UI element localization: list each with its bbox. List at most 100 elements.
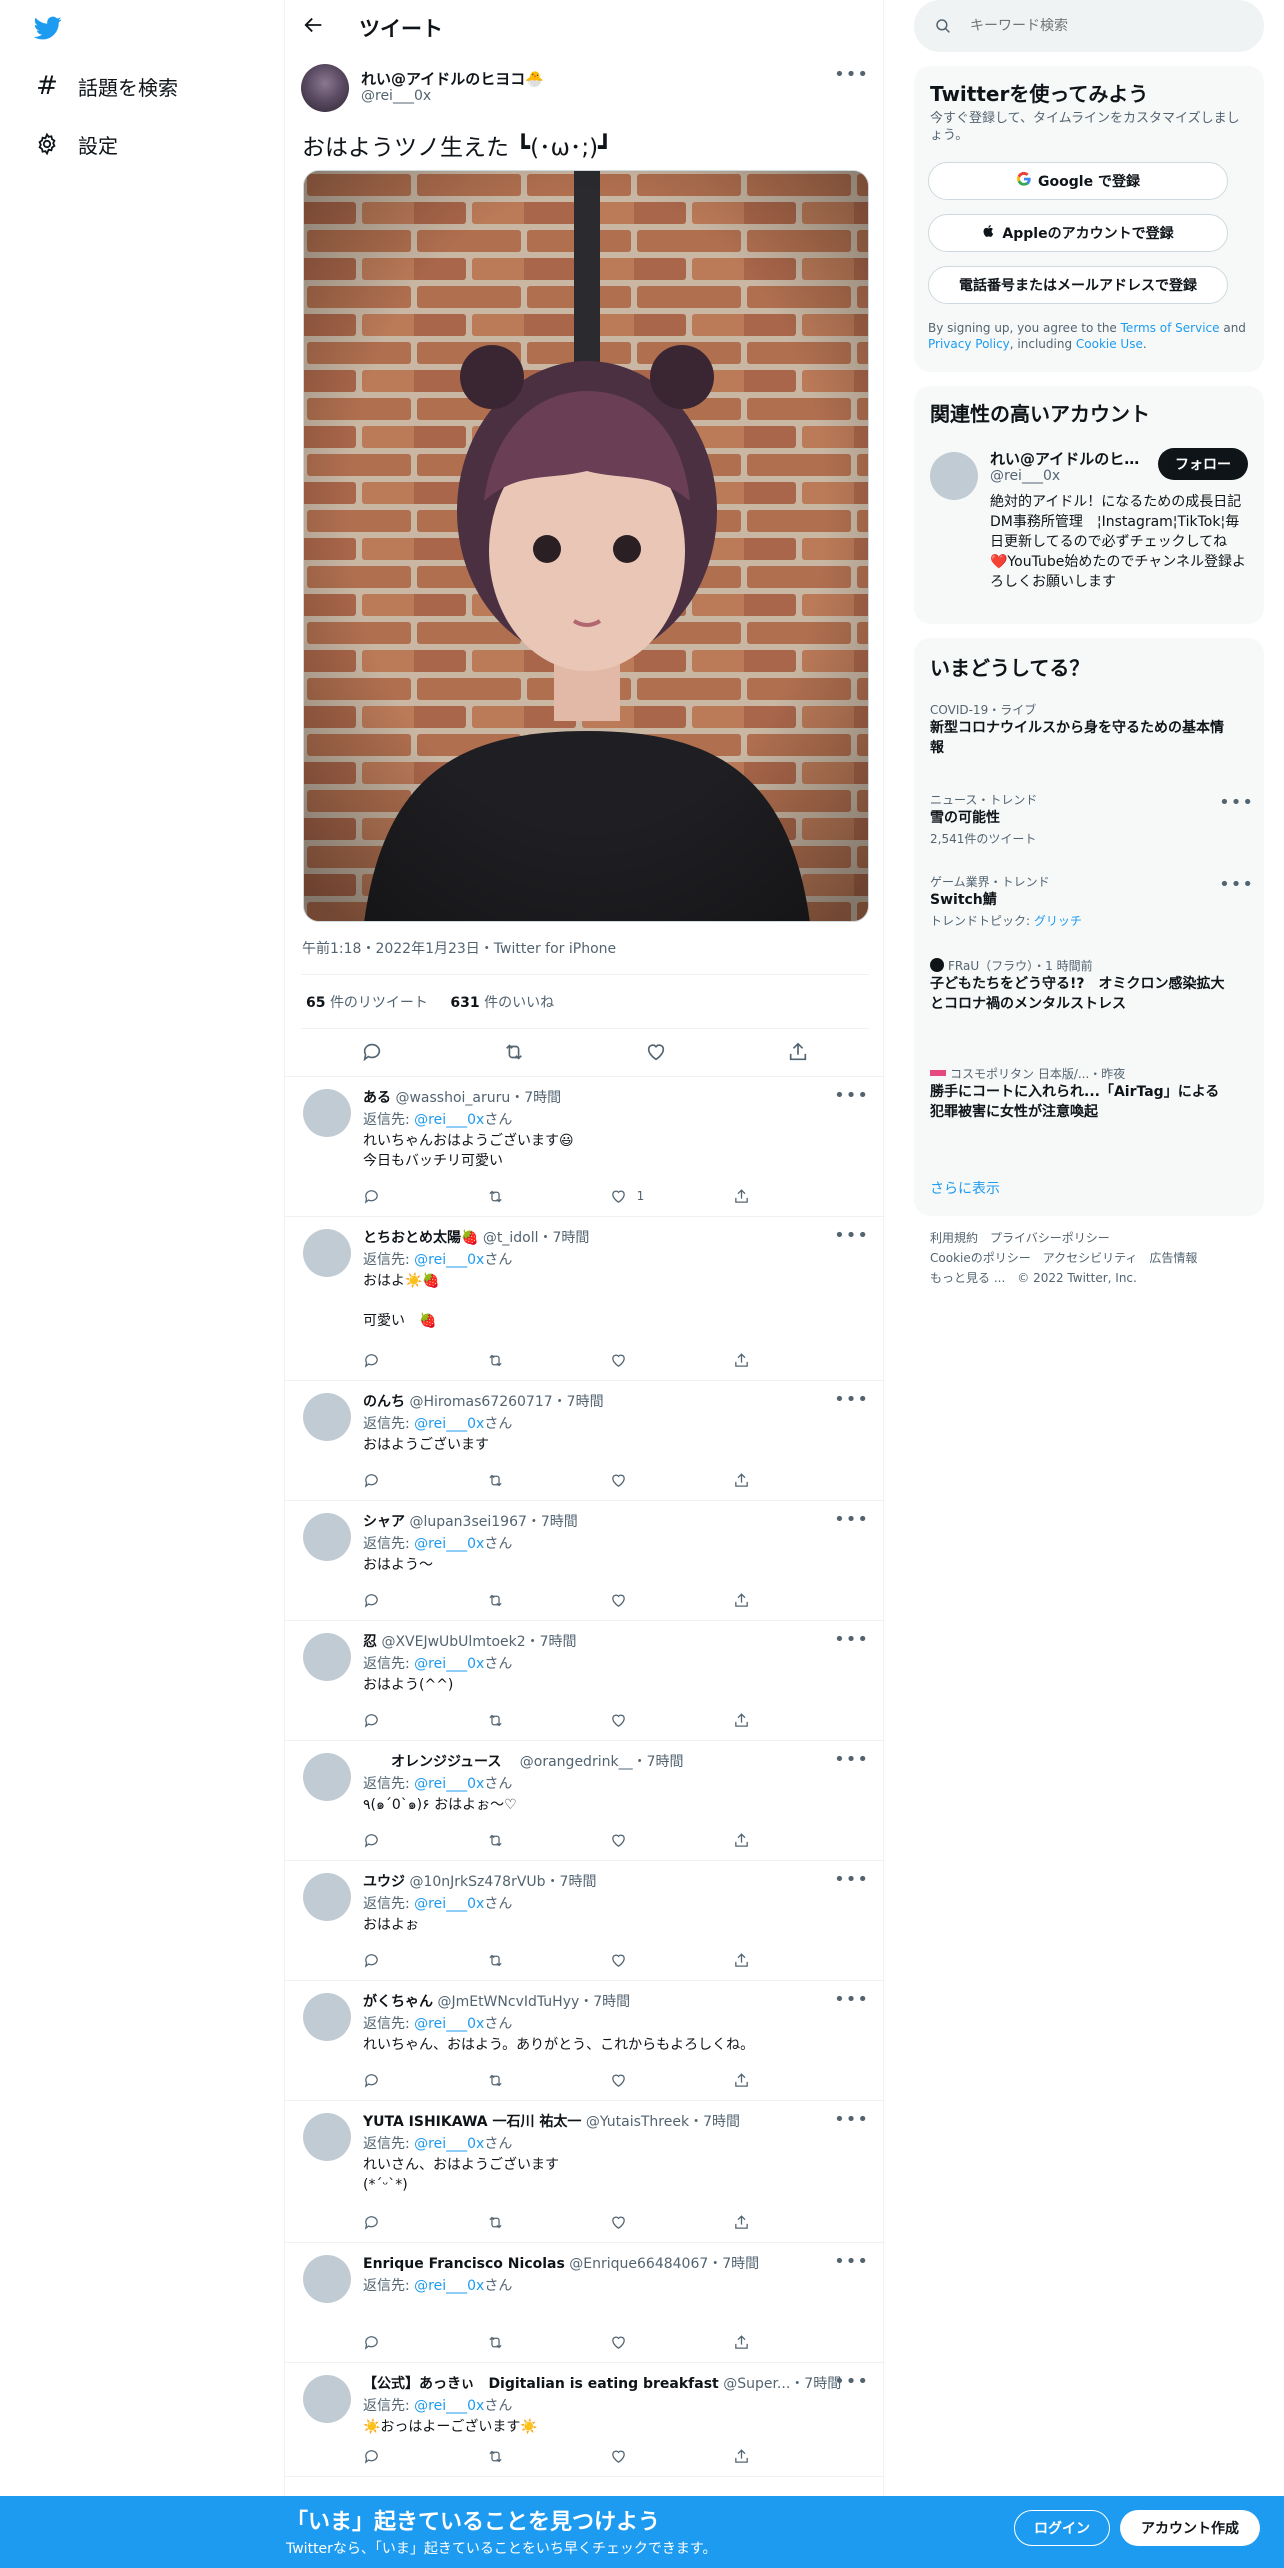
share-icon[interactable] bbox=[733, 1709, 793, 1731]
reply-author-handle[interactable]: @YutaisThreek bbox=[586, 2114, 689, 2130]
reply-time[interactable]: ・7時間 bbox=[579, 1994, 630, 2010]
avatar[interactable] bbox=[303, 1513, 351, 1561]
more-options-icon[interactable]: ••• bbox=[834, 1225, 869, 1246]
trend-item[interactable]: コスモポリタン 日本版/...・昨夜 勝手にコートに入れられ...「AirTag… bbox=[930, 1066, 1230, 1122]
like-icon[interactable] bbox=[643, 1039, 669, 1065]
share-icon[interactable] bbox=[733, 1469, 793, 1491]
reply-icon[interactable] bbox=[363, 1349, 423, 1371]
more-options-icon[interactable]: ••• bbox=[834, 1749, 869, 1770]
reply-icon[interactable] bbox=[359, 1039, 385, 1065]
more-options-icon[interactable]: ••• bbox=[1219, 874, 1254, 895]
related-name[interactable]: れい@アイドルのヒヨコ🐣 bbox=[990, 448, 1140, 469]
trend-item[interactable]: COVID-19・ライブ 新型コロナウイルスから身を守るための基本情報 bbox=[930, 702, 1230, 758]
reply-icon[interactable] bbox=[363, 2331, 423, 2353]
terms-link[interactable]: Terms of Service bbox=[1121, 321, 1220, 335]
reply-icon[interactable] bbox=[363, 2211, 423, 2233]
retweet-icon[interactable] bbox=[486, 1589, 546, 1611]
avatar[interactable] bbox=[303, 1633, 351, 1681]
reply-author-handle[interactable]: @XVEJwUbUlmtoek2 bbox=[381, 1634, 525, 1650]
follow-button[interactable]: フォロー bbox=[1158, 448, 1248, 480]
like-icon[interactable] bbox=[610, 1949, 670, 1971]
reply-author-handle[interactable]: @10nJrkSz478rVUb bbox=[409, 1874, 545, 1890]
reply-to-link[interactable]: @rei___0x bbox=[414, 1656, 484, 1672]
author-name[interactable]: れい@アイドルのヒヨコ🐣 bbox=[361, 68, 544, 89]
reply-author-name[interactable]: がくちゃん bbox=[363, 1994, 433, 2010]
reply-author-name[interactable]: ある bbox=[363, 1090, 391, 1106]
show-more-link[interactable]: さらに表示 bbox=[930, 1178, 1000, 1198]
reply-author-name[interactable]: Enrique Francisco Nicolas bbox=[363, 2256, 565, 2272]
like-icon[interactable] bbox=[610, 1469, 670, 1491]
retweet-icon[interactable] bbox=[486, 1709, 546, 1731]
reply-to-link[interactable]: @rei___0x bbox=[414, 1896, 484, 1912]
search-box[interactable] bbox=[914, 0, 1264, 52]
reply-item[interactable]: ある @wasshoi_aruru・7時間 ••• 返信先: @rei___0xさん… bbox=[285, 1077, 885, 1217]
tweet-timestamp[interactable]: 午前1:18・2022年1月23日・Twitter for iPhone bbox=[302, 938, 616, 958]
avatar[interactable] bbox=[303, 2255, 351, 2303]
trend-topic-link[interactable]: グリッチ bbox=[1034, 914, 1082, 928]
like-icon[interactable] bbox=[610, 1829, 670, 1851]
search-input[interactable] bbox=[970, 18, 1220, 34]
reply-item[interactable]: オレンジジュース @orangedrink__・7時間 ••• 返信先: @rei_… bbox=[285, 1741, 885, 1861]
share-icon[interactable] bbox=[733, 1185, 793, 1207]
avatar[interactable] bbox=[303, 1229, 351, 1277]
like-count[interactable]: 631 件のいいね bbox=[450, 995, 554, 1011]
more-options-icon[interactable]: ••• bbox=[834, 1085, 869, 1106]
more-options-icon[interactable]: ••• bbox=[834, 1629, 869, 1650]
reply-item[interactable]: 【公式】あっきぃ Digitalian is eating breakfast … bbox=[285, 2363, 885, 2477]
more-options-icon[interactable]: ••• bbox=[1219, 792, 1254, 813]
reply-item[interactable]: とちおとめ太陽🍓 @t_idoll・7時間 ••• 返信先: @rei___0xさん… bbox=[285, 1217, 885, 1381]
footer-link[interactable]: アクセシビリティ bbox=[1043, 1251, 1138, 1265]
reply-item[interactable]: ユウジ @10nJrkSz478rVUb・7時間 ••• 返信先: @rei___0… bbox=[285, 1861, 885, 1981]
more-options-icon[interactable]: ••• bbox=[834, 1389, 869, 1410]
footer-link[interactable]: もっと見る ... bbox=[930, 1271, 1005, 1285]
reply-item[interactable]: 忍 @XVEJwUbUlmtoek2・7時間 ••• 返信先: @rei___0xさ… bbox=[285, 1621, 885, 1741]
phone-email-signup-button[interactable]: 電話番号またはメールアドレスで登録 bbox=[928, 266, 1228, 304]
reply-item[interactable]: シャア @lupan3sei1967・7時間 ••• 返信先: @rei___0xさ… bbox=[285, 1501, 885, 1621]
reply-icon[interactable] bbox=[363, 1469, 423, 1491]
reply-time[interactable]: ・7時間 bbox=[553, 1394, 604, 1410]
like-icon[interactable] bbox=[610, 2069, 670, 2091]
trend-item[interactable]: FRaU（フラウ）・1 時間前 子どもたちをどう守る!? オミクロン感染拡大とコ… bbox=[930, 958, 1230, 1014]
login-button[interactable]: ログイン bbox=[1014, 2510, 1110, 2546]
retweet-icon[interactable] bbox=[486, 1949, 546, 1971]
avatar[interactable] bbox=[930, 452, 978, 500]
apple-signup-button[interactable]: Appleのアカウントで登録 bbox=[928, 214, 1228, 252]
like-icon[interactable] bbox=[610, 1349, 670, 1371]
retweet-icon[interactable] bbox=[486, 2331, 546, 2353]
reply-icon[interactable] bbox=[363, 2445, 423, 2467]
retweet-count[interactable]: 65 件のリツイート bbox=[306, 995, 428, 1011]
share-icon[interactable] bbox=[733, 2211, 793, 2233]
reply-time[interactable]: ・7時間 bbox=[546, 1874, 597, 1890]
reply-time[interactable]: ・7時間 bbox=[510, 1090, 561, 1106]
reply-to-link[interactable]: @rei___0x bbox=[414, 1252, 484, 1268]
retweet-icon[interactable] bbox=[486, 1829, 546, 1851]
avatar[interactable] bbox=[303, 1393, 351, 1441]
more-options-icon[interactable]: ••• bbox=[834, 1509, 869, 1530]
reply-time[interactable]: ・7時間 bbox=[689, 2114, 740, 2130]
share-icon[interactable] bbox=[733, 1349, 793, 1371]
share-icon[interactable] bbox=[733, 1949, 793, 1971]
cookie-link[interactable]: Cookie Use bbox=[1076, 337, 1143, 351]
reply-icon[interactable] bbox=[363, 1589, 423, 1611]
avatar[interactable] bbox=[301, 64, 349, 112]
nav-explore[interactable]: # 話題を検索 bbox=[34, 70, 178, 102]
twitter-logo-icon[interactable] bbox=[32, 14, 64, 42]
retweet-icon[interactable] bbox=[486, 2211, 546, 2233]
reply-author-handle[interactable]: @t_idoll bbox=[483, 1230, 539, 1246]
retweet-icon[interactable] bbox=[486, 1185, 546, 1207]
more-options-icon[interactable]: ••• bbox=[834, 1869, 869, 1890]
more-options-icon[interactable]: ••• bbox=[834, 2371, 869, 2392]
like-icon[interactable] bbox=[610, 1589, 670, 1611]
reply-author-handle[interactable]: @JmEtWNcvIdTuHyy bbox=[437, 1994, 579, 2010]
reply-author-name[interactable]: 忍 bbox=[363, 1634, 377, 1650]
retweet-icon[interactable] bbox=[486, 2445, 546, 2467]
like-icon[interactable] bbox=[610, 2211, 670, 2233]
google-signup-button[interactable]: Google で登録 bbox=[928, 162, 1228, 200]
reply-item[interactable]: がくちゃん @JmEtWNcvIdTuHyy・7時間 ••• 返信先: @rei__… bbox=[285, 1981, 885, 2101]
reply-author-name[interactable]: とちおとめ太陽🍓 bbox=[363, 1230, 478, 1246]
more-options-icon[interactable]: ••• bbox=[834, 2109, 869, 2130]
reply-author-handle[interactable]: @Super... bbox=[723, 2376, 790, 2392]
reply-icon[interactable] bbox=[363, 1709, 423, 1731]
reply-to-link[interactable]: @rei___0x bbox=[414, 2136, 484, 2152]
reply-author-name[interactable]: ユウジ bbox=[363, 1874, 405, 1890]
